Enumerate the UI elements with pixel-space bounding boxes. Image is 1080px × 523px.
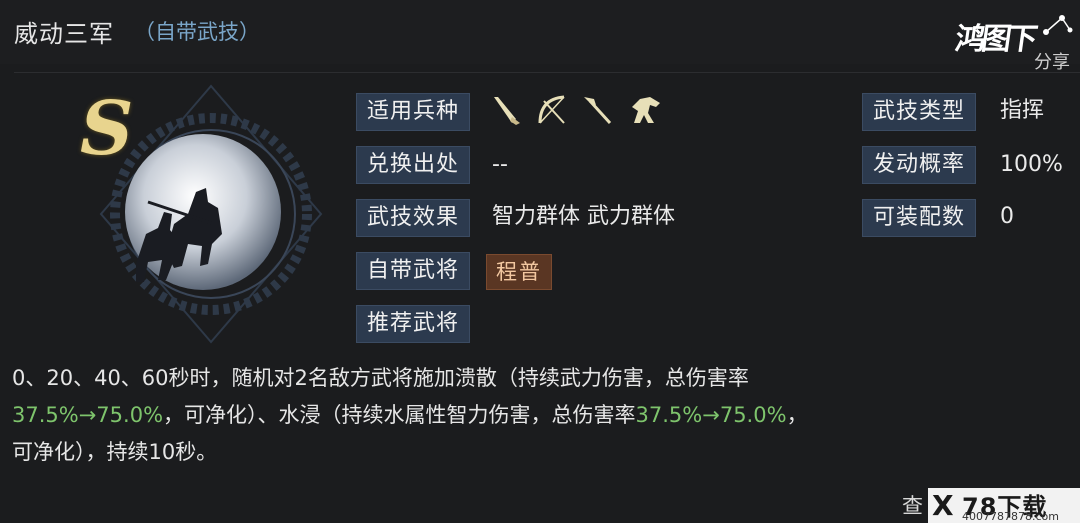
recommend-general-label: 推荐武将 (356, 305, 470, 343)
effect-value: 智力群体 武力群体 (492, 204, 675, 229)
troop-type-label: 适用兵种 (356, 93, 470, 131)
view-more-link[interactable]: 查 (902, 490, 923, 520)
equip-count-label: 可装配数 (862, 199, 976, 237)
halberd-icon (584, 97, 612, 125)
desc-rate1: 37.5%→75.0% (12, 403, 164, 427)
title-bar: 威动三军 （自带武技） 鸿图下 分享 (0, 0, 1080, 73)
desc-rate2: 37.5%→75.0% (635, 403, 787, 427)
logo-sub: 分享 (1034, 52, 1070, 73)
site-watermark: X 78下载 4007787878.com (928, 488, 1080, 523)
skill-type-label: 武技类型 (862, 93, 976, 131)
watermark-url: 4007787878.com (962, 510, 1059, 523)
logo-text: 鸿图下 (953, 22, 1036, 57)
desc-part4: 可净化），持续10秒。 (12, 440, 218, 464)
logo-share-icon (1043, 15, 1073, 35)
cavalry-icon (632, 97, 660, 123)
bow-icon (538, 95, 565, 124)
effect-label: 武技效果 (356, 199, 470, 237)
skill-type-value: 指挥 (1000, 98, 1045, 123)
skill-name: 威动三军 (14, 20, 114, 48)
watermark-x: X (932, 489, 954, 522)
desc-part2: ，可净化）、水浸（持续水属性智力伤害，总伤害率 (163, 403, 636, 427)
desc-part3: ， (786, 403, 808, 427)
equip-count-value: 0 (1000, 204, 1014, 229)
desc-part1: 0、20、40、60秒时，随机对2名敌方武将施加溃散（持续武力伤害，总伤害率 (12, 366, 749, 390)
skill-tag: （自带武技） (134, 20, 260, 44)
general-chip[interactable]: 程普 (486, 254, 552, 290)
skill-description: 0、20、40、60秒时，随机对2名敌方武将施加溃散（持续武力伤害，总伤害率 3… (12, 360, 1072, 471)
own-general-label: 自带武将 (356, 252, 470, 290)
rank-badge: S (80, 86, 134, 172)
trigger-chance-label: 发动概率 (862, 146, 976, 184)
trigger-chance-value: 100% (1000, 152, 1063, 177)
source-label: 兑换出处 (356, 146, 470, 184)
source-value: -- (492, 152, 508, 177)
brand-logo: 鸿图下 分享 (953, 10, 1076, 76)
spear-icon (494, 97, 520, 125)
